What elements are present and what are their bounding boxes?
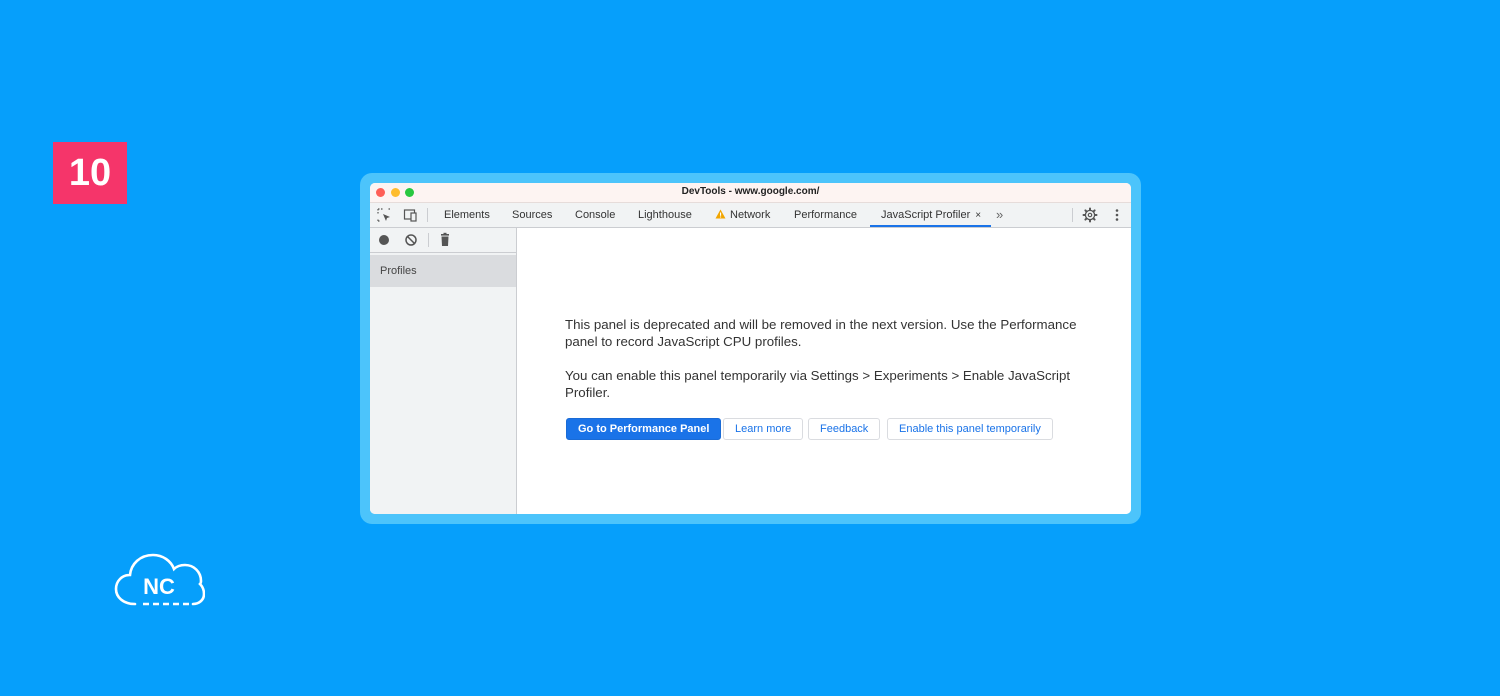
title-bar: DevTools - www.google.com/ (370, 183, 1131, 203)
devtools-main-toolbar: Elements Sources Console Lighthouse Netw… (370, 203, 1131, 228)
window-title: DevTools - www.google.com/ (681, 186, 820, 197)
clear-all-icon[interactable] (403, 232, 419, 248)
enable-instructions: You can enable this panel temporarily vi… (565, 368, 1071, 400)
screenshot-frame: DevTools - www.google.com/ Elements Sour… (360, 173, 1141, 524)
sidebar-item-profiles[interactable]: Profiles (370, 255, 516, 287)
enable-panel-temporarily-button[interactable]: Enable this panel temporarily (887, 418, 1053, 440)
more-options-icon[interactable] (1109, 207, 1125, 223)
tab-network[interactable]: Network (715, 203, 770, 227)
tab-label: Performance (794, 209, 857, 221)
tab-label: Network (730, 209, 771, 221)
toolbar-divider (1072, 208, 1073, 222)
feedback-button[interactable]: Feedback (808, 418, 881, 440)
tab-sources[interactable]: Sources (512, 203, 552, 227)
settings-gear-icon[interactable] (1082, 207, 1098, 223)
tab-console[interactable]: Console (575, 203, 615, 227)
deprecation-message: This panel is deprecated and will be rem… (565, 317, 1077, 349)
learn-more-button[interactable]: Learn more (723, 418, 804, 440)
warning-icon (715, 209, 726, 219)
sidebar-item-label: Profiles (380, 265, 417, 277)
logo-text: NC (143, 574, 175, 599)
toolbar-divider (427, 208, 428, 222)
step-number-badge: 10 (53, 142, 127, 204)
chevron-double-right-icon: » (996, 207, 1004, 222)
tab-performance[interactable]: Performance (794, 203, 857, 227)
more-tabs-button[interactable]: » (996, 203, 1003, 227)
inspect-element-icon[interactable] (376, 207, 392, 223)
close-tab-icon[interactable]: × (975, 210, 981, 221)
tab-label: JavaScript Profiler (881, 209, 971, 221)
tab-javascript-profiler[interactable]: JavaScript Profiler × (870, 203, 992, 227)
device-toolbar-icon[interactable] (402, 207, 418, 223)
tab-elements[interactable]: Elements (444, 203, 490, 227)
tab-label: Sources (512, 209, 553, 221)
tab-label: Lighthouse (638, 209, 692, 221)
tab-lighthouse[interactable]: Lighthouse (638, 203, 692, 227)
toolbar-divider (428, 233, 429, 247)
nc-cloud-logo: NC (114, 553, 205, 606)
devtools-window: DevTools - www.google.com/ Elements Sour… (370, 183, 1131, 514)
tab-label: Elements (444, 209, 490, 221)
tab-label: Console (575, 209, 616, 221)
trash-icon[interactable] (437, 232, 453, 248)
main-panel: This panel is deprecated and will be rem… (517, 228, 1131, 514)
go-to-performance-panel-button[interactable]: Go to Performance Panel (566, 418, 722, 440)
record-icon[interactable] (376, 232, 392, 248)
profiles-sidebar: Profiles (370, 228, 517, 514)
profiler-toolbar (370, 228, 516, 253)
